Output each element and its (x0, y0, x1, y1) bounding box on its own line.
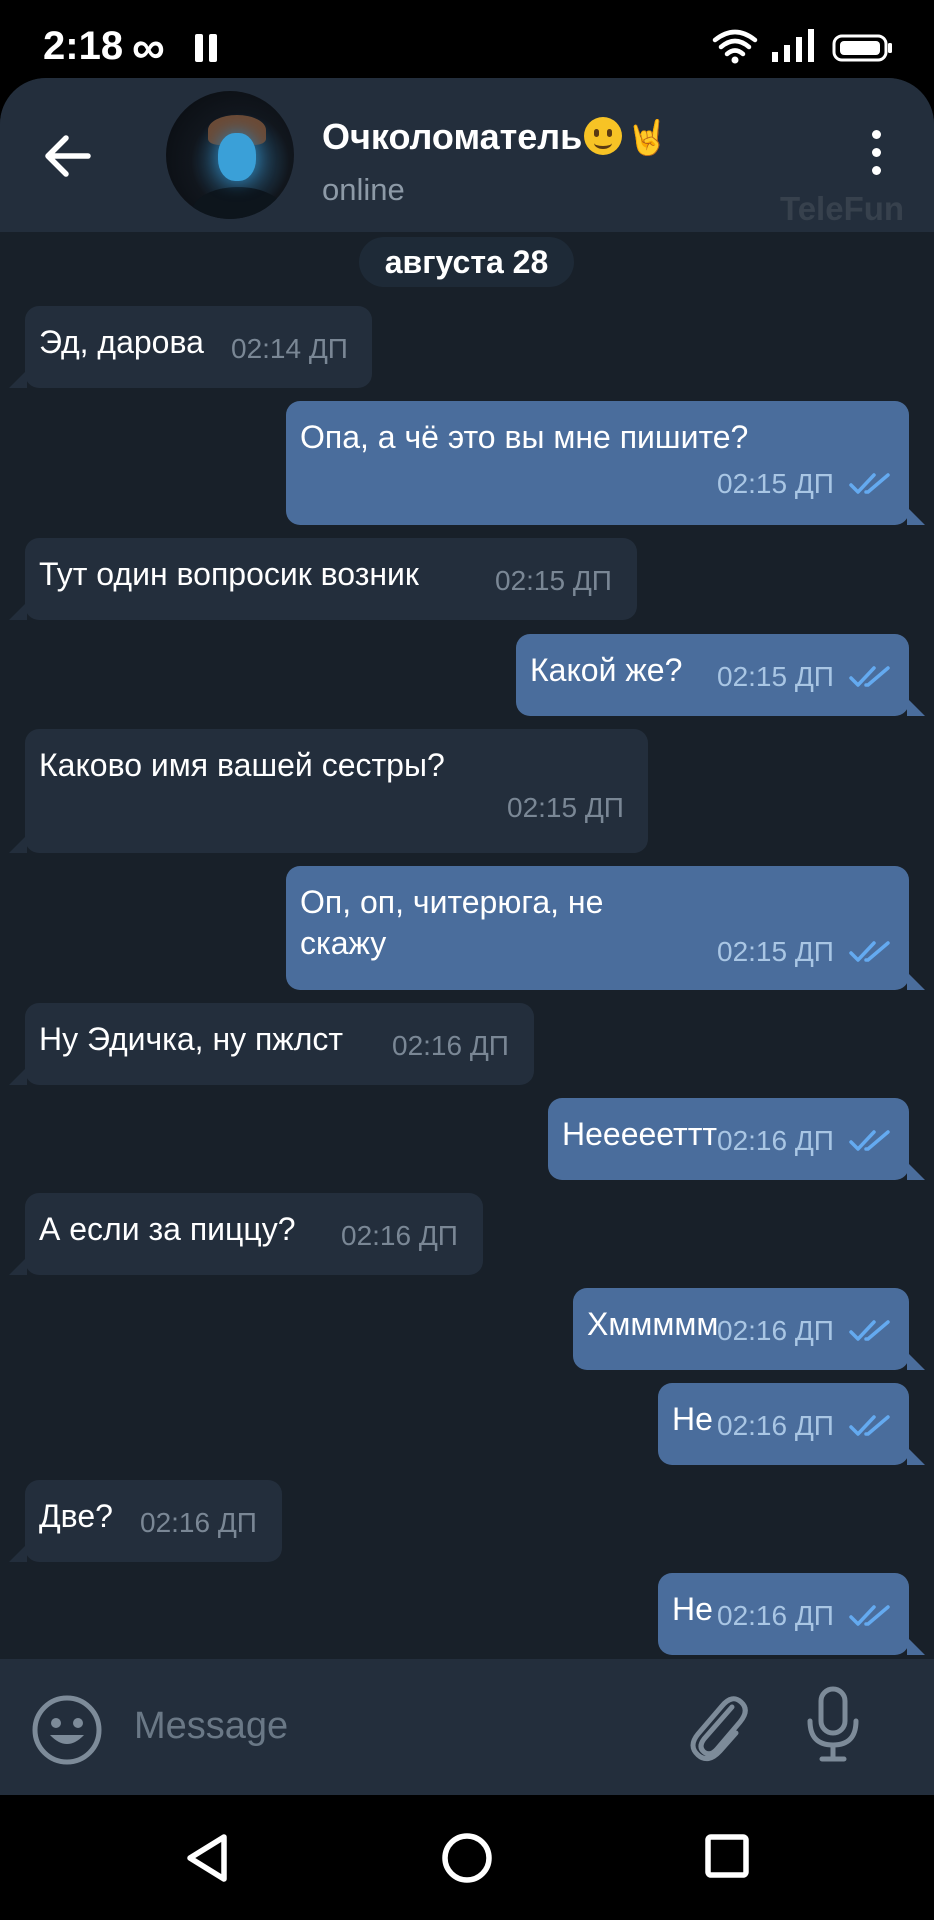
message-time: 02:16 ДП (140, 1507, 257, 1538)
incoming-message[interactable]: Ну Эдичка, ну пжлст 02:16 ДП (9, 1003, 534, 1085)
date-separator: августа 28 (359, 237, 574, 287)
incoming-message[interactable]: А если за пиццу? 02:16 ДП (9, 1193, 483, 1275)
clock: 2:18 (43, 24, 124, 68)
message-text: Какой же? (530, 652, 683, 688)
message-time: 02:16 ДП (717, 1600, 834, 1631)
double-check-icon (849, 1320, 890, 1341)
message-text-line-1: Оп, оп, читерюга, не (300, 884, 604, 920)
message-text: Хммммм (587, 1306, 719, 1342)
message-text: Не (672, 1401, 713, 1437)
message-time: 02:15 ДП (495, 565, 612, 596)
battery-icon (832, 34, 892, 62)
message-time: 02:15 ДП (717, 468, 834, 499)
message-time: 02:16 ДП (717, 1315, 834, 1346)
microphone-icon[interactable] (804, 1685, 862, 1765)
message-time: 02:15 ДП (717, 661, 834, 692)
double-check-icon (849, 666, 890, 687)
outgoing-message[interactable]: Хммммм 02:16 ДП (573, 1288, 925, 1370)
nav-recents-icon[interactable] (704, 1833, 750, 1879)
message-time: 02:16 ДП (717, 1125, 834, 1156)
chat-header: Очколоматель 🤘 online TeleFun (0, 78, 934, 232)
wifi-icon (712, 29, 758, 64)
message-text: Неееееттт (562, 1116, 717, 1152)
outgoing-message[interactable]: Не 02:16 ДП (658, 1383, 925, 1465)
infinity-icon: ∞ (132, 21, 165, 73)
chat-status: online (322, 172, 405, 207)
message-text: Две? (39, 1498, 113, 1534)
message-text: Эд, дарова (39, 324, 204, 360)
incoming-message[interactable]: Тут один вопросик возник 02:15 ДП (9, 538, 637, 620)
double-check-icon (849, 1415, 890, 1436)
message-time: 02:16 ДП (717, 1410, 834, 1441)
avatar[interactable] (166, 91, 294, 219)
message-input[interactable]: Message (134, 1705, 288, 1748)
emoji-icon[interactable] (30, 1693, 104, 1767)
double-check-icon (849, 941, 890, 962)
nav-home-icon[interactable] (440, 1831, 494, 1885)
outgoing-message[interactable]: Какой же? 02:15 ДП (516, 634, 925, 716)
double-check-icon (849, 1130, 890, 1151)
system-nav-bar (0, 1795, 934, 1920)
incoming-message[interactable]: Каково имя вашей сестры? 02:15 ДП (9, 729, 648, 853)
incoming-message[interactable]: Эд, дарова 02:14 ДП (9, 306, 372, 388)
message-text: Опа, а чё это вы мне пишите? (300, 419, 749, 455)
message-text: Тут один вопросик возник (39, 556, 419, 592)
pause-icon (193, 34, 219, 62)
status-bar: 2:18 ∞ (0, 0, 934, 80)
watermark: TeleFun (780, 190, 905, 227)
signal-icon (772, 29, 814, 62)
message-time: 02:15 ДП (717, 936, 834, 967)
incoming-message[interactable]: Две? 02:16 ДП (9, 1480, 282, 1562)
more-vertical-icon[interactable] (864, 130, 888, 184)
double-check-icon (849, 1605, 890, 1626)
message-time: 02:16 ДП (341, 1220, 458, 1251)
arrow-left-icon[interactable] (38, 128, 100, 184)
nav-back-icon[interactable] (182, 1831, 232, 1885)
message-text: А если за пиццу? (39, 1211, 296, 1247)
smiley-emoji-icon (584, 117, 623, 155)
rock-hand-emoji: 🤘 (626, 119, 669, 157)
avatar-shoulders (192, 187, 284, 219)
chat-screen: Очколоматель 🤘 online TeleFun августа 28 … (0, 78, 934, 1795)
message-time: 02:16 ДП (392, 1030, 509, 1061)
message-time: 02:15 ДП (507, 792, 624, 823)
message-text: Каково имя вашей сестры? (39, 747, 445, 783)
outgoing-message[interactable]: Оп, оп, читерюга, не скажу 02:15 ДП (286, 866, 925, 990)
outgoing-message[interactable]: Неееееттт 02:16 ДП (548, 1098, 925, 1180)
outgoing-message[interactable]: Опа, а чё это вы мне пишите? 02:15 ДП (286, 401, 925, 525)
paperclip-icon[interactable] (684, 1689, 750, 1765)
message-text: Не (672, 1591, 713, 1627)
message-composer: Message (0, 1659, 934, 1795)
message-text: Ну Эдичка, ну пжлст (39, 1021, 344, 1057)
message-text-line-2: скажу (300, 925, 387, 961)
avatar-face (218, 133, 256, 181)
chat-title[interactable]: Очколоматель 🤘 (322, 116, 669, 158)
double-check-icon (849, 473, 890, 494)
message-time: 02:14 ДП (231, 333, 348, 364)
chat-title-text: Очколоматель (322, 116, 583, 157)
outgoing-message[interactable]: Не 02:16 ДП (658, 1573, 925, 1655)
